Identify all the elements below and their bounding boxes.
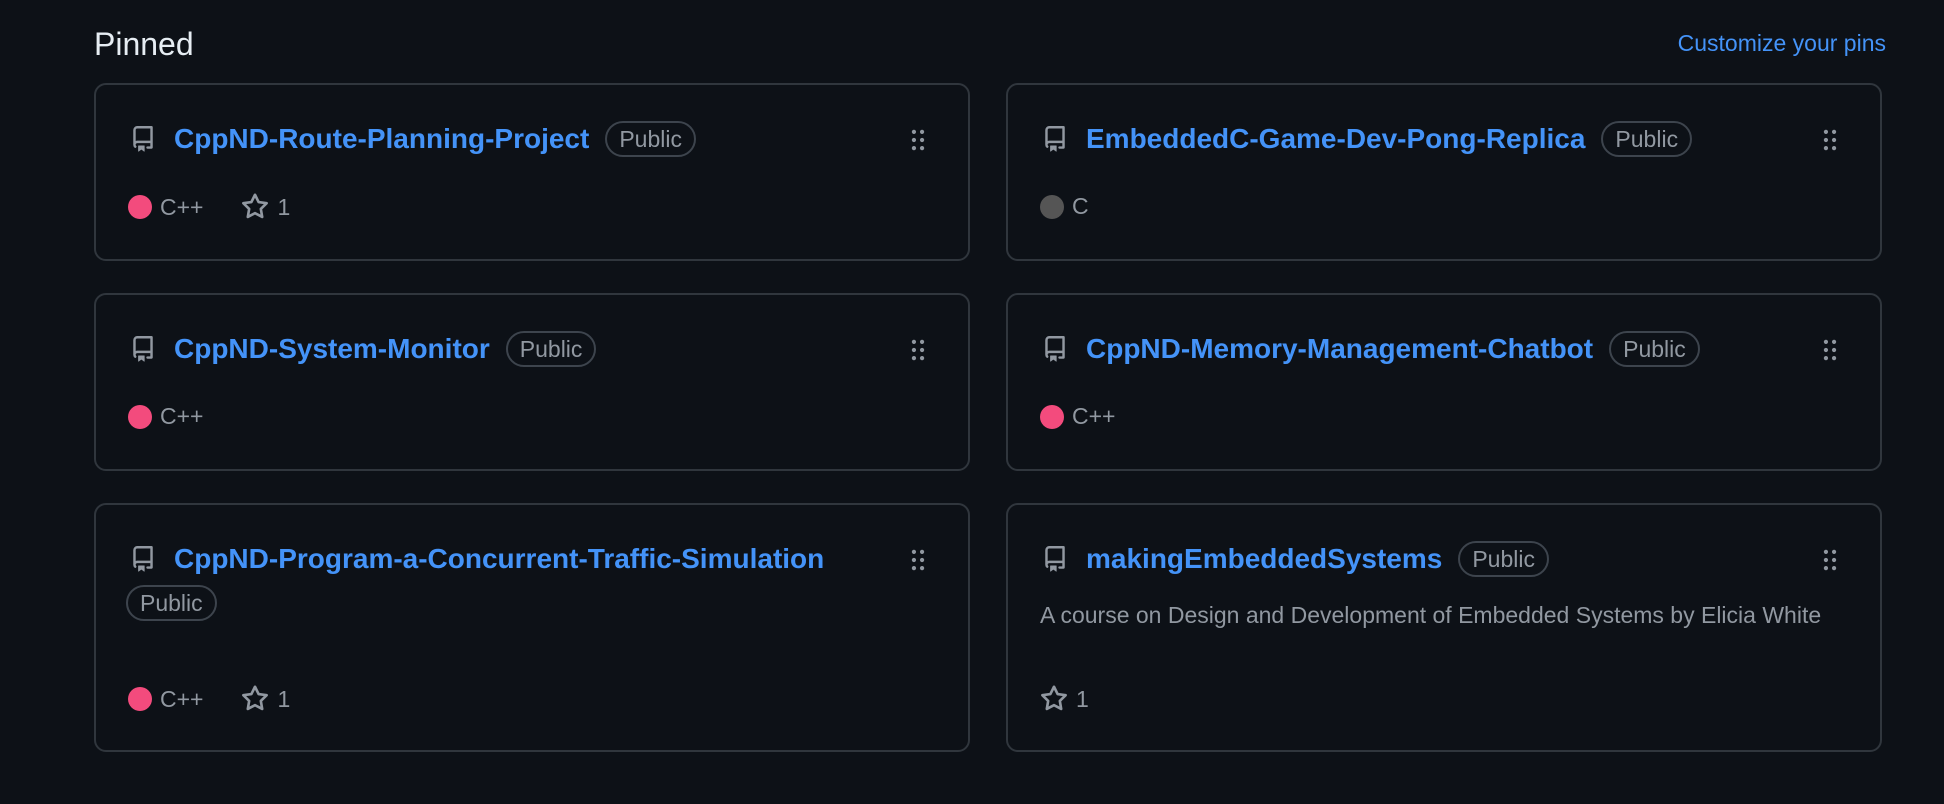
repo-icon: [1040, 122, 1070, 156]
repo-name-link[interactable]: CppND-Route-Planning-Project: [174, 121, 589, 157]
repo-description: A course on Design and Development of Em…: [1040, 602, 1822, 628]
repo-icon: [128, 332, 158, 366]
star-count: 1: [1076, 685, 1089, 712]
repo-icon: [128, 122, 158, 156]
star-count: 1: [277, 193, 291, 220]
visibility-badge: Public: [1458, 541, 1549, 577]
language-color-dot: [128, 195, 152, 219]
pinned-header: Pinned Customize your pins: [94, 20, 1886, 68]
language-label: C++: [1072, 403, 1116, 429]
star-icon: [242, 193, 269, 219]
repo-meta: 1: [1040, 685, 1089, 713]
repo-meta: C++: [1040, 403, 1153, 430]
stargazers-link[interactable]: 1: [241, 193, 290, 221]
star-icon: [242, 685, 269, 711]
repo-meta: C: [1040, 193, 1127, 220]
repo-meta: C++: [128, 403, 241, 430]
pinned-repo-card: CppND-System-Monitor Public C++: [94, 293, 970, 471]
grabber-icon[interactable]: [1820, 547, 1840, 573]
language-color-dot: [1040, 194, 1064, 219]
visibility-badge: Public: [126, 585, 217, 621]
stargazers-link[interactable]: 1: [1040, 685, 1089, 713]
language-label: C++: [160, 193, 204, 220]
pinned-repo-card: CppND-Route-Planning-Project Public C++ …: [94, 83, 970, 261]
customize-pins-link[interactable]: Customize your pins: [1678, 26, 1886, 60]
language-color-dot: [128, 404, 152, 429]
pinned-repo-card: CppND-Memory-Management-Chatbot Public C…: [1006, 293, 1882, 471]
grabber-icon[interactable]: [1820, 337, 1840, 363]
grabber-icon[interactable]: [908, 127, 928, 153]
language-color-dot: [1040, 404, 1064, 429]
star-icon: [1041, 685, 1067, 711]
language-label: C++: [160, 403, 204, 429]
grabber-icon[interactable]: [908, 547, 928, 573]
pinned-repo-card: CppND-Program-a-Concurrent-Traffic-Simul…: [94, 503, 970, 752]
visibility-badge: Public: [1609, 331, 1700, 367]
stargazers-link[interactable]: 1: [241, 685, 290, 713]
repo-icon: [1040, 542, 1070, 576]
repo-icon: [128, 542, 158, 576]
repo-name-link[interactable]: CppND-System-Monitor: [174, 331, 490, 367]
repo-icon: [1040, 332, 1070, 366]
repo-name-link[interactable]: makingEmbeddedSystems: [1086, 541, 1442, 577]
visibility-badge: Public: [1601, 121, 1693, 157]
repo-meta: C++ 1: [128, 685, 290, 713]
pinned-repo-card: makingEmbeddedSystems Public A course on…: [1006, 503, 1882, 752]
repo-name-link[interactable]: CppND-Memory-Management-Chatbot: [1086, 331, 1593, 367]
visibility-badge: Public: [505, 331, 597, 367]
star-count: 1: [277, 685, 291, 712]
language-label: C++: [160, 685, 204, 712]
language-label: C: [1072, 193, 1089, 219]
repo-meta: C++ 1: [128, 193, 290, 221]
pinned-repo-card: EmbeddedC-Game-Dev-Pong-Replica Public C: [1006, 83, 1882, 261]
grabber-icon[interactable]: [1820, 127, 1840, 153]
repo-name-link[interactable]: EmbeddedC-Game-Dev-Pong-Replica: [1086, 121, 1585, 157]
visibility-badge: Public: [605, 121, 696, 157]
language-color-dot: [128, 687, 152, 711]
grabber-icon[interactable]: [908, 337, 928, 363]
repo-name-link[interactable]: CppND-Program-a-Concurrent-Traffic-Simul…: [174, 541, 824, 577]
section-title: Pinned: [94, 26, 194, 62]
